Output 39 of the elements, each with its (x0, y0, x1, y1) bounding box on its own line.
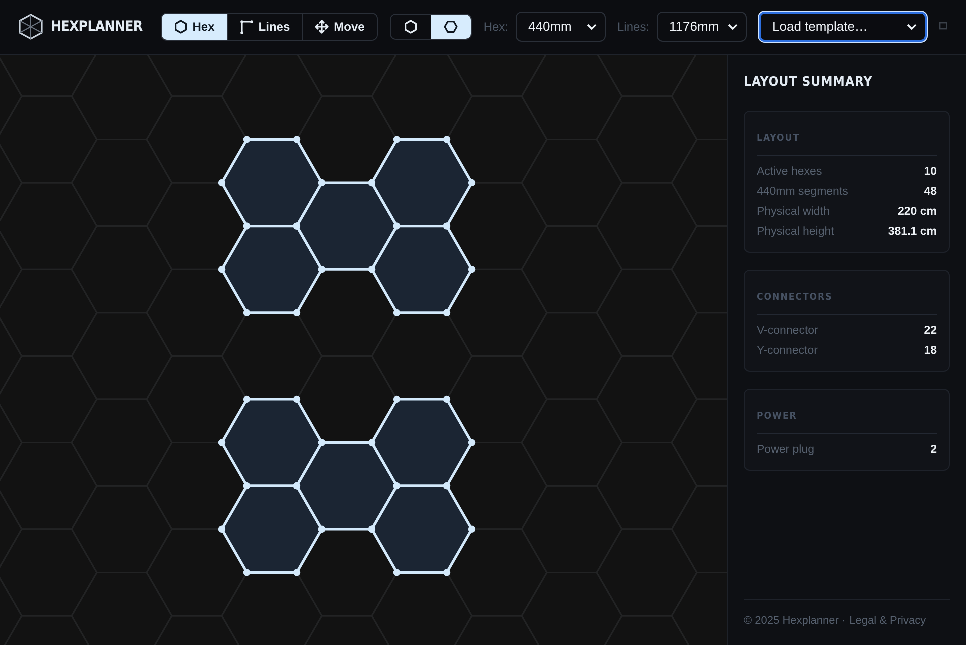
chevron-icon (906, 24, 917, 30)
stat-label: V-connector (757, 324, 818, 339)
hex-cluster-drawing[interactable] (218, 396, 476, 576)
stat-value: 381.1 cm (888, 224, 937, 240)
dropdown[interactable]: 1176mm (656, 12, 747, 42)
stat-label: Physical height (757, 224, 834, 240)
chevron-icon (728, 24, 738, 30)
field-label: Hex: (484, 19, 508, 36)
stat-value: 2 (930, 442, 937, 458)
field-label: Lines: (618, 19, 650, 36)
dropdown[interactable]: 440mm (516, 12, 606, 42)
stat-label: Physical width (757, 204, 830, 220)
hexagon-icon (444, 20, 458, 34)
corner-line-icon (240, 20, 254, 34)
app-title: HEXPLANNER (51, 18, 143, 36)
stat-value: 220 cm (898, 204, 937, 220)
section-title: CONNECTORS (757, 292, 833, 302)
section-title: LAYOUT (757, 132, 800, 144)
mode-tab[interactable]: Move (302, 14, 377, 40)
stat-value: 22 (924, 324, 937, 339)
panel-title: LAYOUT SUMMARY (744, 74, 874, 92)
hex-cluster-drawing[interactable] (218, 136, 476, 316)
hexagon-icon (174, 20, 188, 34)
mode-tab[interactable]: Hex (162, 14, 227, 40)
orientation-toggle[interactable] (430, 15, 471, 39)
dropdown[interactable]: Load template… (758, 12, 927, 42)
stat-value: 10 (924, 164, 937, 180)
hexagon-icon (404, 20, 418, 34)
stat-value: 48 (924, 184, 937, 200)
stat-value: 18 (924, 344, 937, 359)
logo-icon (19, 14, 43, 40)
chevron-icon (586, 24, 596, 30)
stat-label: Active hexes (757, 164, 822, 180)
stat-label: Y-connector (757, 344, 818, 359)
stat-label: Power plug (757, 442, 815, 458)
move-icon (315, 20, 330, 34)
section-title: POWER (757, 410, 798, 422)
stat-label: 440mm segments (757, 184, 848, 200)
footer-text: © 2025 Hexplanner · (744, 614, 846, 628)
